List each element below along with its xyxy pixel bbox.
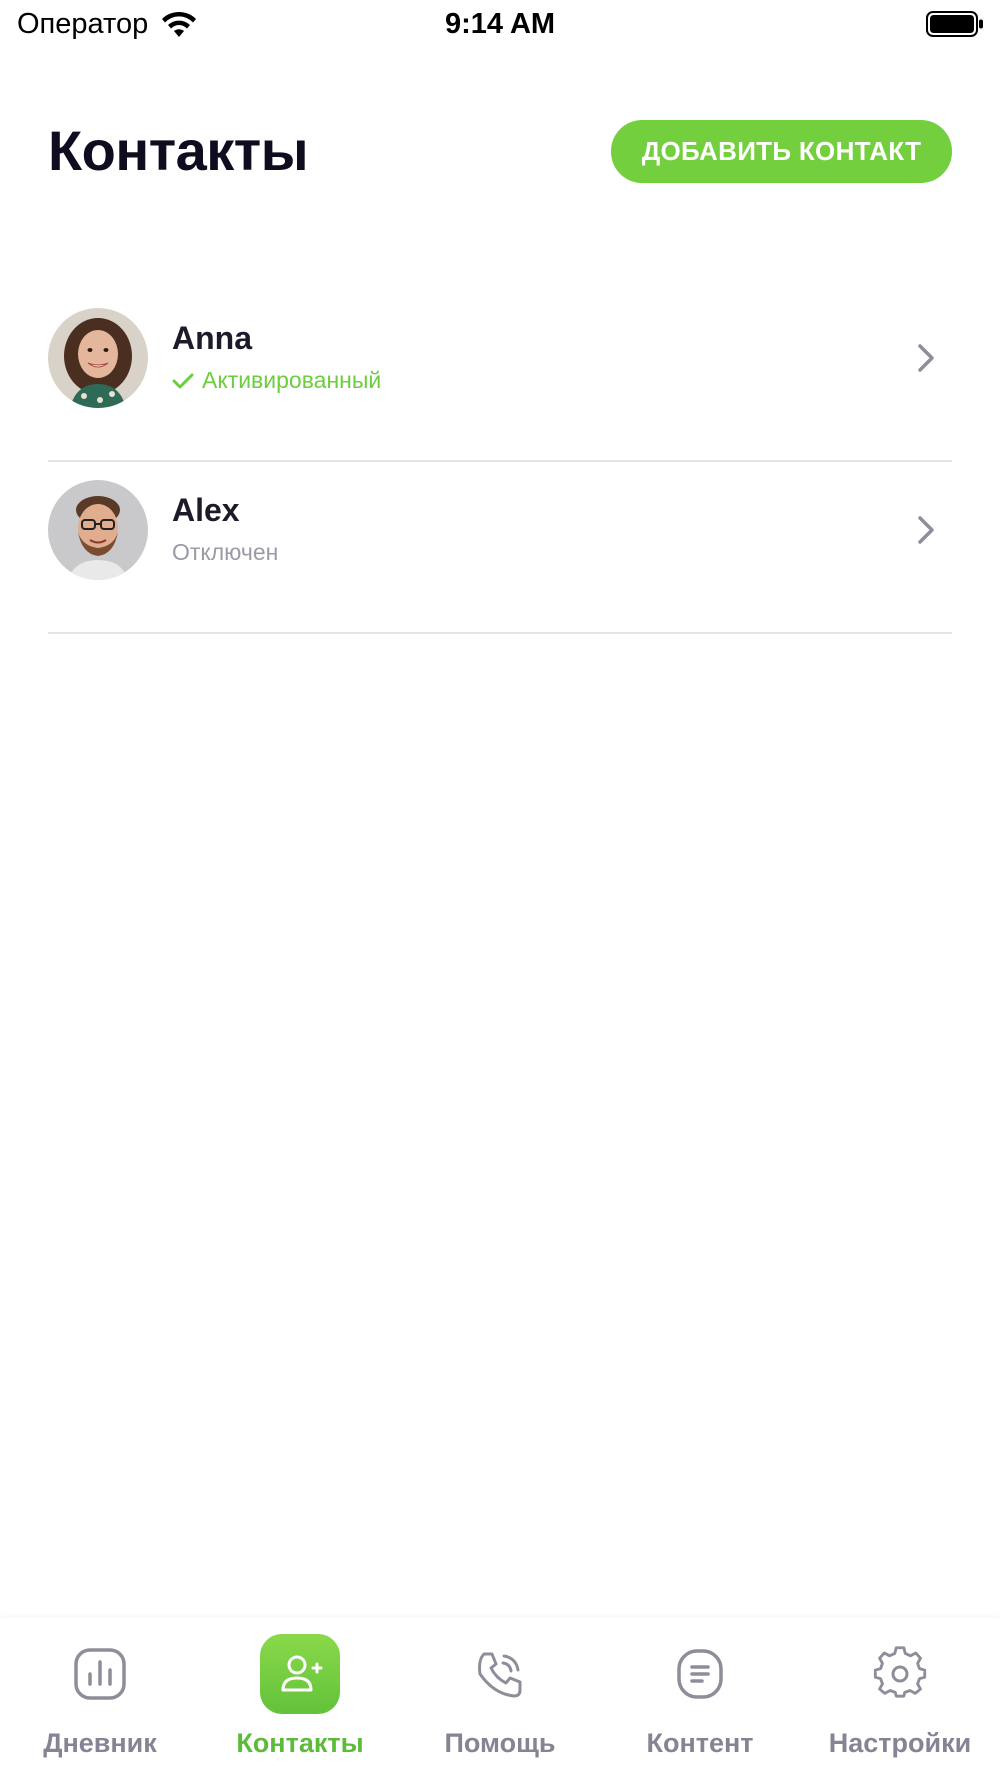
contact-list: Anna Активированный Alex Отключен [48,290,952,634]
man-photo-avatar [48,480,148,580]
contact-status: Отключен [172,539,278,566]
contact-name: Alex [172,492,240,528]
tab-icon [860,1634,940,1714]
tab-content[interactable]: Контент [600,1618,800,1778]
add-user-icon [281,1655,323,1692]
tab-label: Контент [646,1728,754,1758]
tab-icon [460,1634,540,1714]
chevron-right-icon [918,516,934,544]
clock: 9:14 AM [444,8,556,40]
tab-label: Контакты [236,1728,364,1758]
contact-status: Активированный [172,367,381,394]
tab-label: Настройки [828,1728,972,1758]
contact-name: Anna [172,320,252,356]
woman-photo-avatar [48,308,148,408]
tab-bar: Дневник Контакты Помощь Контент Настройк… [0,1618,1000,1778]
tab-icon [660,1634,740,1714]
tab-contacts[interactable]: Контакты [200,1618,400,1778]
tab-icon [60,1634,140,1714]
chevron-right-icon [918,344,934,372]
status-bar: Оператор 9:14 AM [0,0,1000,50]
tab-help[interactable]: Помощь [400,1618,600,1778]
gear-icon [873,1646,927,1698]
contact-row-alex[interactable]: Alex Отключен [48,462,952,634]
check-icon [172,373,194,388]
add-contact-button[interactable]: ДОБАВИТЬ КОНТАКТ [611,120,952,183]
document-icon [677,1649,723,1699]
page-title: Контакты [48,119,309,182]
tab-settings[interactable]: Настройки [800,1618,1000,1778]
contact-status-label: Активированный [202,367,382,393]
chart-icon [74,1648,126,1700]
contacts-screen: Оператор 9:14 AM Контакты ДОБАВИТЬ КОНТА… [0,0,1000,1778]
phone-icon [478,1652,522,1698]
tab-diary[interactable]: Дневник [0,1618,200,1778]
tab-label: Дневник [43,1728,157,1758]
avatar [48,308,148,408]
avatar [48,480,148,580]
tab-icon-active [260,1634,340,1714]
contact-row-anna[interactable]: Anna Активированный [48,290,952,462]
tab-label: Помощь [444,1728,556,1758]
battery-icon [926,11,983,37]
contact-status-label: Отключен [172,539,279,565]
